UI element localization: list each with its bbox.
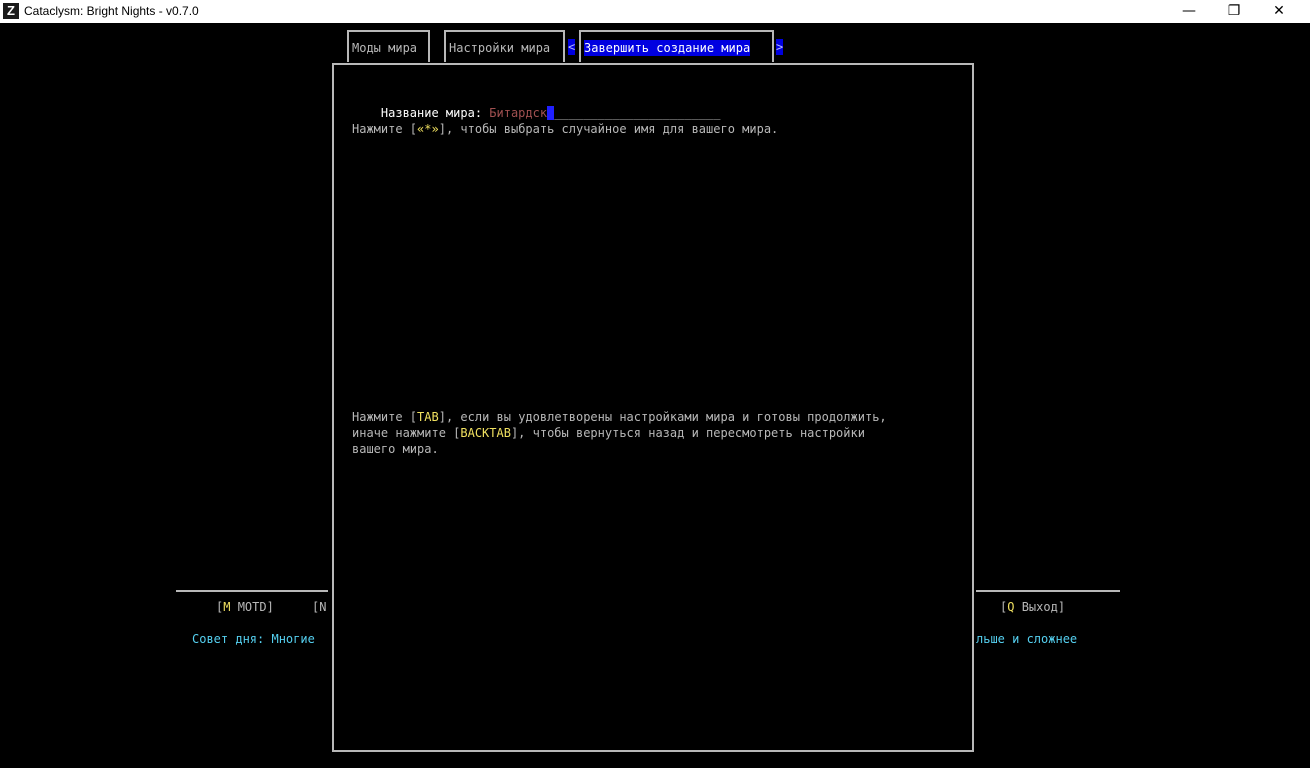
tab-world-mods-label: Моды мира [352, 41, 418, 55]
tip-of-day-left: Совет дня: Многие [192, 632, 315, 646]
motd-menu-item[interactable]: [M MOTD] [216, 599, 274, 615]
tab-right-arrow-icon: > [776, 39, 784, 55]
app-icon: Z [3, 3, 19, 19]
world-name-underline: _______________________ [554, 106, 721, 120]
backtab-key: BACKTAB [460, 426, 511, 440]
tab-world-settings[interactable]: Настройки мира [444, 30, 565, 62]
menu-divider-right [976, 590, 1120, 592]
partial-menu-item: [N [312, 600, 327, 614]
tip-of-day-right: льше и сложнее [976, 632, 1078, 646]
restore-button[interactable]: ❐ [1211, 0, 1257, 23]
confirm-hint-line-3: вашего мира. [352, 442, 439, 456]
close-button[interactable]: ✕ [1256, 0, 1302, 23]
tab-finish-world-label: Завершить создание мира [584, 40, 751, 56]
menu-divider-left [176, 590, 328, 592]
tab-finish-world[interactable]: Завершить создание мира [579, 30, 774, 62]
window-titlebar: Z Cataclysm: Bright Nights - v0.7.0 — ❐ … [0, 0, 1310, 23]
quit-menu-item[interactable]: [Q Выход] [1000, 599, 1065, 615]
confirm-hint-line-2: иначе нажмите [BACKTAB], чтобы вернуться… [352, 426, 865, 440]
window-title: Cataclysm: Bright Nights - v0.7.0 [24, 4, 199, 18]
world-name-label: Название мира: [380, 106, 490, 120]
tab-left-arrow-icon: < [568, 39, 576, 55]
confirm-hint-line-1: Нажмите [TAB], если вы удовлетворены нас… [352, 410, 887, 424]
minimize-button[interactable]: — [1166, 0, 1212, 23]
tab-key: TAB [417, 410, 439, 424]
tab-world-settings-label: Настройки мира [449, 41, 551, 55]
random-name-hint: Нажмите [«*»], чтобы выбрать случайное и… [352, 122, 779, 136]
world-name-input[interactable]: Битардск [489, 106, 547, 120]
random-key: «*» [417, 122, 439, 136]
world-finish-dialog: Название мира: Битардск _________________… [332, 63, 974, 752]
tab-world-mods[interactable]: Моды мира [347, 30, 430, 62]
